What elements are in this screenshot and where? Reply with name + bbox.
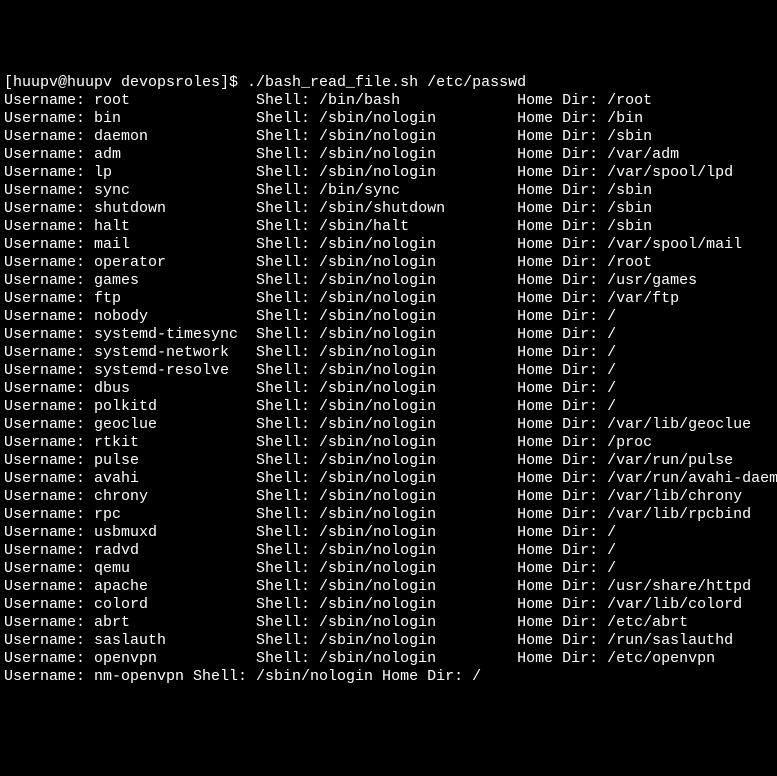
- output-line: Username: rpc Shell: /sbin/nologin Home …: [4, 506, 773, 524]
- output-line: Username: saslauth Shell: /sbin/nologin …: [4, 632, 773, 650]
- output-line: Username: mail Shell: /sbin/nologin Home…: [4, 236, 773, 254]
- output-line: Username: pulse Shell: /sbin/nologin Hom…: [4, 452, 773, 470]
- output-line: Username: rtkit Shell: /sbin/nologin Hom…: [4, 434, 773, 452]
- output-line: Username: apache Shell: /sbin/nologin Ho…: [4, 578, 773, 596]
- output-line: Username: root Shell: /bin/bash Home Dir…: [4, 92, 773, 110]
- output-line: Username: abrt Shell: /sbin/nologin Home…: [4, 614, 773, 632]
- output-line: Username: nm-openvpn Shell: /sbin/nologi…: [4, 668, 773, 686]
- output-line: Username: ftp Shell: /sbin/nologin Home …: [4, 290, 773, 308]
- output-line: Username: lp Shell: /sbin/nologin Home D…: [4, 164, 773, 182]
- output-line: Username: adm Shell: /sbin/nologin Home …: [4, 146, 773, 164]
- output-line: Username: dbus Shell: /sbin/nologin Home…: [4, 380, 773, 398]
- shell-prompt: [huupv@huupv devopsroles]$ ./bash_read_f…: [4, 74, 526, 91]
- output-line: Username: sync Shell: /bin/sync Home Dir…: [4, 182, 773, 200]
- output-line: Username: bin Shell: /sbin/nologin Home …: [4, 110, 773, 128]
- shell-prompt-line[interactable]: [huupv@huupv devopsroles]$ ./bash_read_f…: [4, 74, 773, 92]
- output-line: Username: halt Shell: /sbin/halt Home Di…: [4, 218, 773, 236]
- output-line: Username: nobody Shell: /sbin/nologin Ho…: [4, 308, 773, 326]
- output-line: Username: geoclue Shell: /sbin/nologin H…: [4, 416, 773, 434]
- output-line: Username: systemd-timesync Shell: /sbin/…: [4, 326, 773, 344]
- output-line: Username: daemon Shell: /sbin/nologin Ho…: [4, 128, 773, 146]
- output-line: Username: polkitd Shell: /sbin/nologin H…: [4, 398, 773, 416]
- output-line: Username: operator Shell: /sbin/nologin …: [4, 254, 773, 272]
- terminal-output: Username: root Shell: /bin/bash Home Dir…: [4, 92, 773, 686]
- output-line: Username: usbmuxd Shell: /sbin/nologin H…: [4, 524, 773, 542]
- output-line: Username: shutdown Shell: /sbin/shutdown…: [4, 200, 773, 218]
- output-line: Username: radvd Shell: /sbin/nologin Hom…: [4, 542, 773, 560]
- output-line: Username: qemu Shell: /sbin/nologin Home…: [4, 560, 773, 578]
- output-line: Username: colord Shell: /sbin/nologin Ho…: [4, 596, 773, 614]
- output-line: Username: openvpn Shell: /sbin/nologin H…: [4, 650, 773, 668]
- output-line: Username: systemd-resolve Shell: /sbin/n…: [4, 362, 773, 380]
- output-line: Username: chrony Shell: /sbin/nologin Ho…: [4, 488, 773, 506]
- output-line: Username: avahi Shell: /sbin/nologin Hom…: [4, 470, 773, 488]
- output-line: Username: systemd-network Shell: /sbin/n…: [4, 344, 773, 362]
- output-line: Username: games Shell: /sbin/nologin Hom…: [4, 272, 773, 290]
